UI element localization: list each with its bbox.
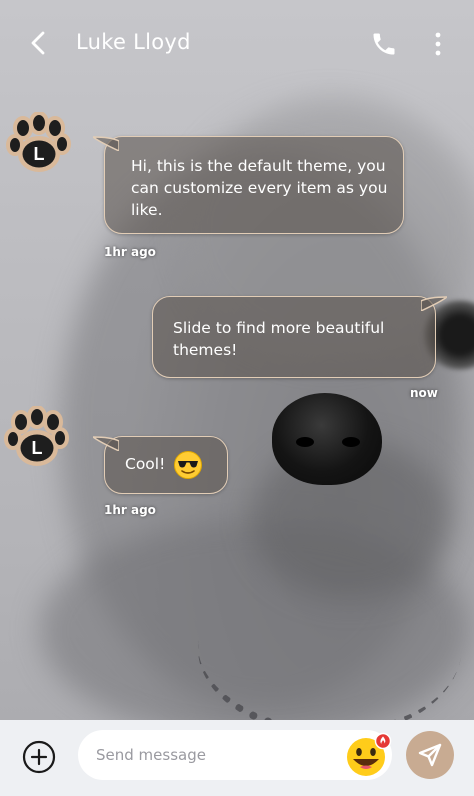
plus-circle-icon[interactable]: [22, 740, 56, 774]
message-bubble-outgoing[interactable]: Slide to find more beautiful themes!: [152, 296, 447, 378]
avatar-letter: L: [32, 438, 43, 458]
contact-avatar[interactable]: L: [4, 405, 70, 472]
send-button[interactable]: [406, 731, 454, 779]
message-timestamp: 1hr ago: [104, 503, 156, 517]
message-text: Cool!: [125, 455, 166, 473]
send-icon: [418, 743, 442, 767]
contact-name: Luke Lloyd: [76, 30, 191, 54]
message-bubble-incoming[interactable]: Cool!: [93, 436, 228, 494]
message-bubble-incoming[interactable]: Hi, this is the default theme, you can c…: [93, 136, 404, 234]
emoji-picker-icon[interactable]: [344, 731, 392, 779]
contact-avatar[interactable]: L: [6, 111, 72, 178]
paw-icon: L: [6, 111, 71, 172]
chat-header: Luke Lloyd: [0, 0, 474, 88]
avatar-letter: L: [34, 144, 45, 164]
more-vertical-icon[interactable]: [426, 30, 450, 58]
message-text: Hi, this is the default theme, you can c…: [131, 157, 388, 219]
paw-icon: L: [4, 405, 69, 466]
phone-icon[interactable]: [370, 30, 398, 58]
sunglasses-emoji-icon: [174, 451, 202, 479]
message-timestamp: 1hr ago: [104, 245, 156, 259]
message-timestamp: now: [410, 386, 438, 400]
message-text: Slide to find more beautiful themes!: [173, 319, 385, 359]
back-icon[interactable]: [24, 28, 54, 58]
